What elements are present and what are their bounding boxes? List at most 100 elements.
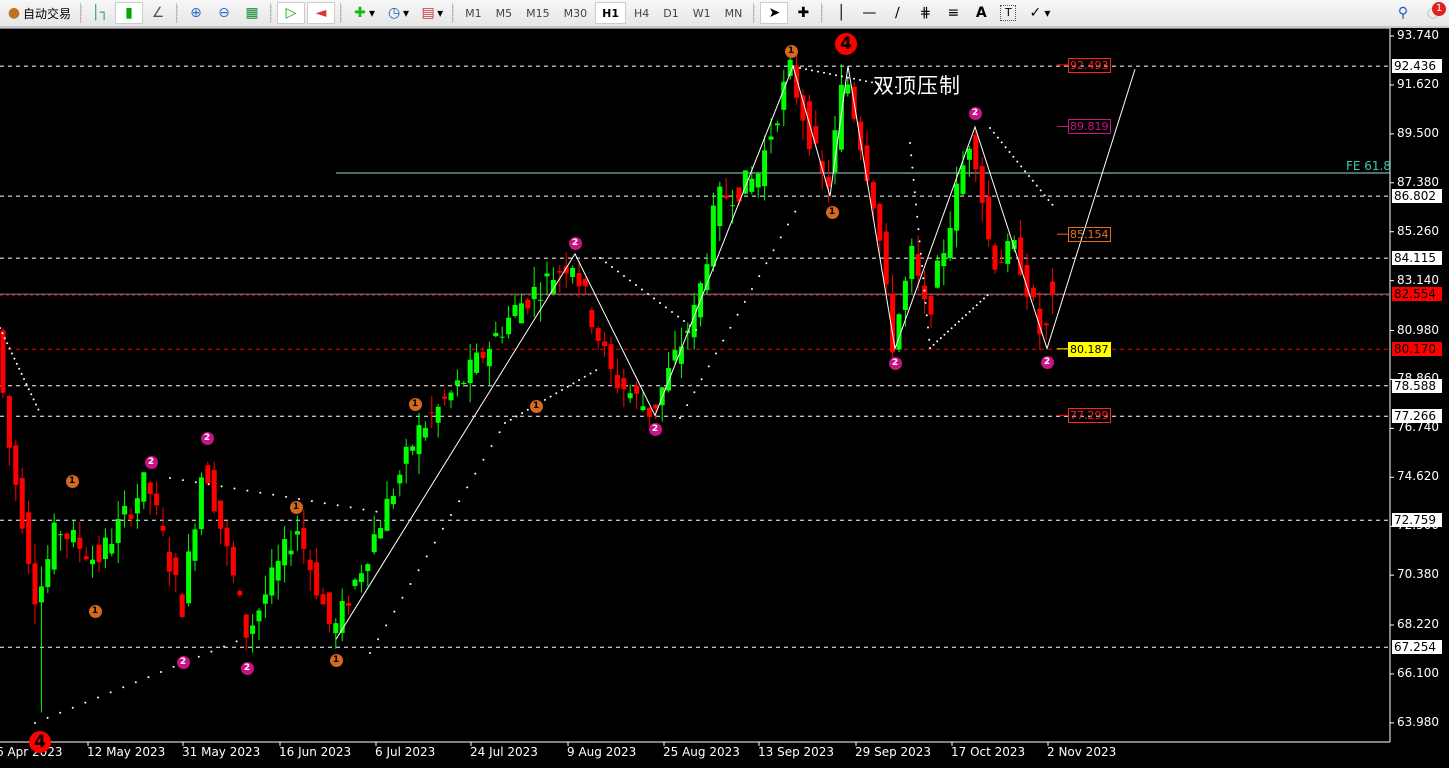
parabolic-sar-dot	[375, 510, 378, 513]
search-button[interactable]: ⚲	[1390, 2, 1416, 24]
elliott-wave-marker: 2	[144, 455, 158, 469]
trendline-button[interactable]: ∕	[884, 2, 910, 24]
elliott-wave-marker: 1	[408, 397, 422, 411]
parabolic-sar-dot	[450, 514, 452, 516]
timeframe-h4[interactable]: H4	[628, 2, 655, 24]
bullish-candle	[186, 551, 192, 604]
timeframe-m30[interactable]: M30	[558, 2, 594, 24]
timeframe-w1[interactable]: W1	[687, 2, 717, 24]
timeframe-d1[interactable]: D1	[657, 2, 684, 24]
timeframe-m15[interactable]: M15	[520, 2, 556, 24]
parabolic-sar-dot	[298, 498, 300, 500]
parabolic-sar-dot	[566, 385, 569, 388]
fibonacci-button[interactable]: ≡	[940, 2, 966, 24]
fibonacci-level-label[interactable]: 89.819	[1068, 119, 1111, 135]
auto-trading-button[interactable]: ● 自动交易	[1, 2, 75, 24]
chart-shift-icon: ▷	[285, 5, 297, 21]
fibonacci-level-label[interactable]: 80.187	[1068, 341, 1111, 357]
timeframe-m1[interactable]: M1	[459, 2, 488, 24]
templates-button[interactable]: ▤ ▾	[415, 2, 447, 24]
crosshair-button[interactable]: ✚	[790, 2, 816, 24]
zoom-out-icon: ⊖	[218, 5, 230, 21]
candlestick-button[interactable]: ▮	[115, 2, 144, 24]
cursor-icon: ➤	[768, 5, 781, 21]
parabolic-sar-dot	[996, 136, 999, 139]
price-level-box: 77.266	[1392, 409, 1442, 424]
new-indicator-button[interactable]: ✚ ▾	[347, 2, 379, 24]
bullish-candle	[755, 173, 761, 188]
bearish-candle	[0, 330, 6, 393]
arrows-button[interactable]: ✓ ▾	[1022, 2, 1054, 24]
bearish-candle	[582, 278, 588, 287]
bullish-candle	[134, 498, 140, 514]
tile-windows-button[interactable]: ▦	[239, 2, 265, 24]
parabolic-sar-dot	[0, 327, 1, 329]
text-label-button[interactable]: T	[996, 2, 1020, 24]
price-level-box: 84.115	[1392, 251, 1442, 266]
parabolic-sar-dot	[932, 343, 935, 346]
fibonacci-level-label[interactable]: 92.493	[1068, 57, 1111, 73]
cursor-button[interactable]: ➤	[760, 2, 789, 24]
zoom-in-button[interactable]: ⊕	[183, 2, 209, 24]
parabolic-sar-dot	[1012, 155, 1015, 158]
timeframe-h1[interactable]: H1	[595, 2, 626, 24]
parabolic-sar-dot	[561, 389, 563, 391]
parabolic-sar-dot	[653, 297, 655, 300]
horizontal-line-button[interactable]: —	[856, 2, 882, 24]
elliott-wave-marker: 2	[968, 106, 982, 120]
bar-chart-icon: │┐	[91, 5, 109, 21]
parabolic-sar-dot	[37, 408, 40, 411]
parabolic-sar-dot	[35, 403, 37, 406]
parabolic-sar-dot	[32, 398, 35, 401]
parabolic-sar-dot	[1047, 199, 1050, 201]
bullish-candle	[499, 336, 505, 338]
timeframe-mn[interactable]: MN	[719, 2, 749, 24]
fibonacci-level-label[interactable]: 77.299	[1068, 408, 1111, 424]
fibonacci-level-label[interactable]: 85.154	[1068, 227, 1111, 243]
bullish-candle	[90, 559, 96, 565]
timeframe-m5[interactable]: M5	[490, 2, 519, 24]
parabolic-sar-dot	[989, 127, 991, 129]
elliott-wave-marker: 2	[240, 661, 254, 675]
equidistant-channel-button[interactable]: ⋕	[912, 2, 938, 24]
bearish-candle	[442, 396, 448, 399]
parabolic-sar-dot	[1008, 151, 1011, 153]
horizontal-line-icon: —	[862, 5, 877, 21]
bearish-candle	[576, 273, 582, 287]
price-level-box: 72.759	[1392, 513, 1442, 528]
notifications-button[interactable]: ○ 1	[1418, 2, 1448, 24]
parabolic-sar-dot	[1016, 160, 1019, 163]
parabolic-sar-dot	[417, 569, 420, 572]
elliott-wave-marker: 1	[784, 44, 798, 58]
bar-chart-button[interactable]: │┐	[87, 2, 113, 24]
zigzag-wave-line	[335, 64, 1136, 640]
parabolic-sar-dot	[686, 404, 689, 407]
zoom-out-button[interactable]: ⊖	[211, 2, 237, 24]
autoscroll-button[interactable]: ◄	[307, 2, 336, 24]
vertical-line-button[interactable]: │	[828, 2, 854, 24]
bullish-candle	[416, 425, 422, 455]
bullish-candle	[51, 522, 57, 570]
bearish-candle	[525, 299, 531, 309]
price-level-box: 67.254	[1392, 640, 1442, 655]
parabolic-sar-dot	[526, 408, 529, 411]
text-button[interactable]: A	[968, 2, 994, 24]
bearish-candle	[346, 603, 352, 606]
bearish-candle	[858, 121, 864, 151]
elliott-wave-marker: 1	[825, 205, 839, 219]
chart-shift-button[interactable]: ▷	[277, 2, 306, 24]
parabolic-sar-dot	[909, 142, 911, 144]
price-level-box: 80.170	[1392, 342, 1442, 357]
elliott-wave-marker: 1	[88, 604, 102, 618]
elliott-wave-marker: 1	[289, 500, 303, 514]
bearish-candle	[589, 310, 595, 328]
bearish-candle	[128, 514, 134, 519]
bearish-candle	[211, 470, 217, 512]
bullish-candle	[397, 474, 403, 484]
parabolic-sar-dot	[787, 223, 789, 226]
divider	[270, 3, 273, 23]
periods-button[interactable]: ◷ ▾	[381, 2, 413, 24]
line-chart-button[interactable]: ∠	[145, 2, 171, 24]
price-chart[interactable]	[0, 28, 1449, 768]
parabolic-sar-dot	[1035, 184, 1038, 187]
